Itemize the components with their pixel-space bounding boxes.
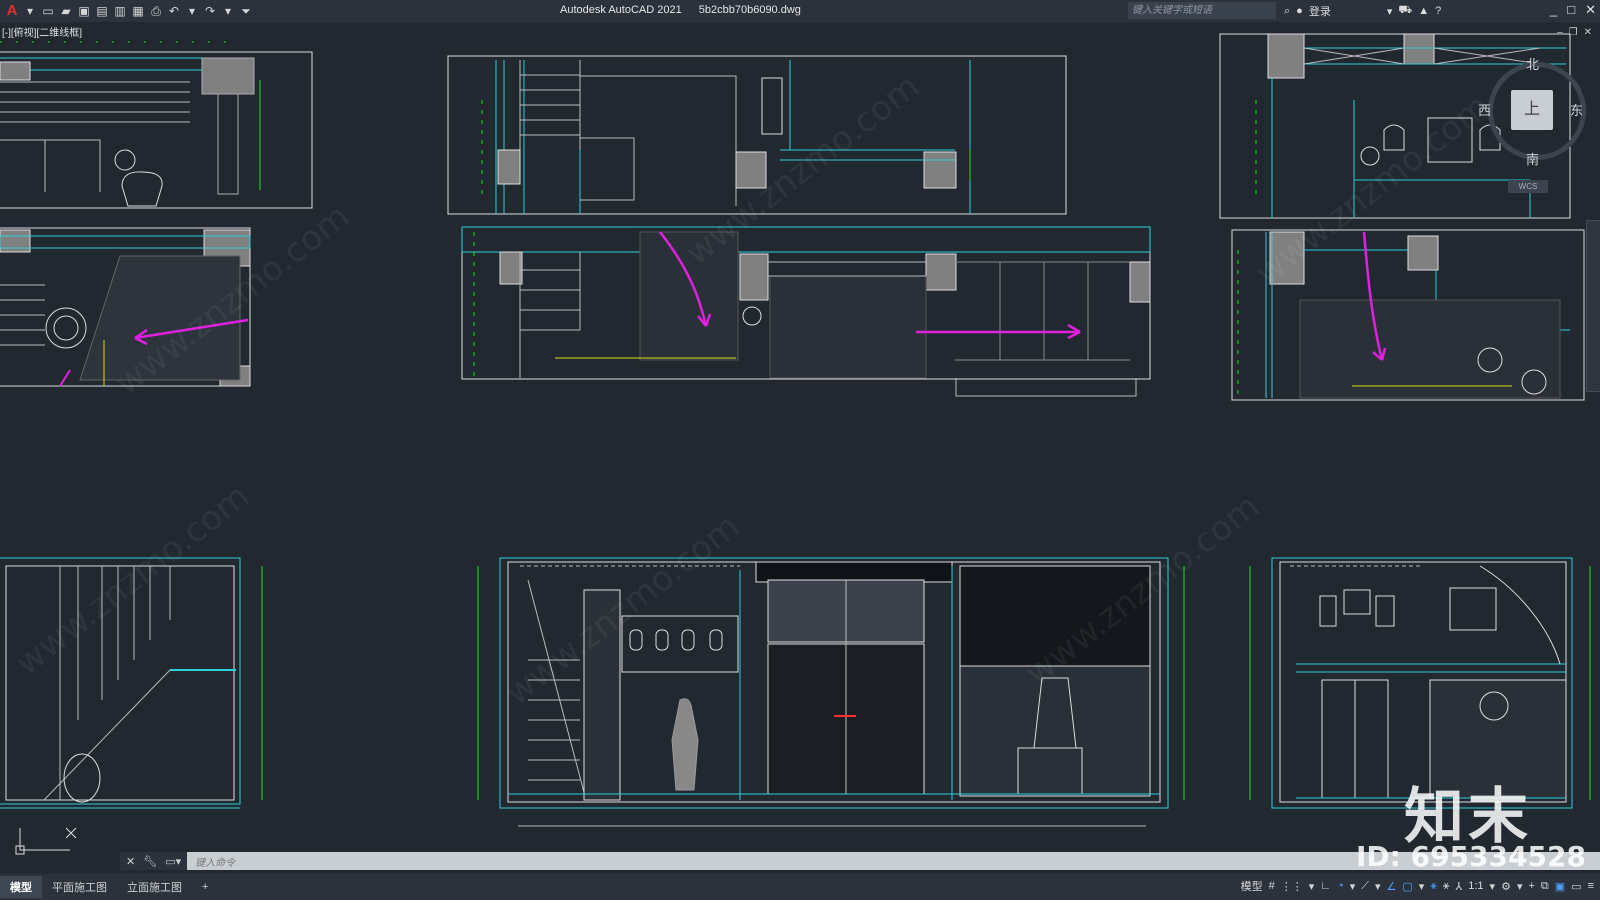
file-name: 5b2cbb70b6090.dwg [698, 4, 801, 16]
add-layout-button[interactable]: + [192, 878, 218, 896]
a360-icon[interactable]: ▲ [1418, 5, 1429, 17]
workspace-dropdown-icon[interactable]: ▾ [1517, 880, 1523, 893]
tab-floor-plan[interactable]: 平面施工图 [42, 876, 117, 898]
open-icon[interactable]: ▰ [58, 3, 74, 19]
redo-dropdown-icon[interactable]: ▾ [220, 3, 236, 19]
osnap-dropdown-icon[interactable]: ▾ [1375, 880, 1381, 893]
quick-properties-icon[interactable]: ▣ [1555, 880, 1565, 893]
title-bar: A ▾ ▭ ▰ ▣ ▤ ▥ ▦ ⎙ ↶ ▾ ↷ ▾ ⏷ Autodesk Aut… [0, 0, 1600, 22]
viewcube-north[interactable]: 北 [1526, 54, 1539, 73]
help-icon[interactable]: ? [1435, 5, 1441, 17]
ucs-icon [15, 827, 77, 855]
search-input[interactable]: 键入关键字或短语 [1128, 2, 1276, 19]
publish-icon[interactable]: ▥ [112, 3, 128, 19]
login-dropdown-icon[interactable]: ▾ [1387, 5, 1393, 18]
undo-dropdown-icon[interactable]: ▾ [184, 3, 200, 19]
plan-view-top-left [0, 41, 313, 209]
auto-scale-icon[interactable]: ⚹ [1443, 880, 1450, 893]
viewcube-east[interactable]: 东 [1570, 100, 1583, 119]
app-title: Autodesk AutoCAD 2021 [560, 4, 682, 16]
user-icon[interactable]: ● [1296, 5, 1303, 17]
save-as-icon[interactable]: ▤ [94, 3, 110, 19]
snap-dropdown-icon[interactable]: ▾ [1309, 880, 1315, 893]
annotation-scale-value[interactable]: 1:1 [1468, 880, 1483, 892]
navigation-bar[interactable] [1586, 220, 1600, 392]
tab-elevation[interactable]: 立面施工图 [117, 876, 192, 898]
customization-menu-icon[interactable]: ≡ [1588, 880, 1594, 892]
scale-dropdown-icon[interactable]: ▾ [1490, 880, 1496, 893]
grid-icon[interactable]: # [1269, 880, 1275, 892]
new-icon[interactable]: ▭ [40, 3, 56, 19]
command-input[interactable]: 键入命令 [187, 854, 235, 869]
model-space-button[interactable]: 模型 [1241, 878, 1263, 894]
wcs-menu[interactable]: WCS [1508, 180, 1548, 193]
tab-model[interactable]: 模型 [0, 876, 42, 898]
autocad-logo-icon[interactable]: A [4, 3, 20, 19]
save-icon[interactable]: ▣ [76, 3, 92, 19]
annotation-monitor-icon[interactable]: + [1528, 880, 1534, 892]
customize-icon[interactable]: ⏷ [238, 3, 254, 19]
close-icon[interactable]: ✕ [126, 855, 135, 868]
print-icon[interactable]: ⎙ [148, 3, 164, 19]
status-bar: 模型 # ⋮⋮ ▾ ∟ ◔ ▾ ⟋ ▾ ∠ ▢ ▾ ⚹ ⚹ ⅄ 1:1 ▾ ⚙ … [1241, 878, 1594, 894]
close-button[interactable]: ✕ [1585, 2, 1596, 18]
annotation-scale-icon[interactable]: ⅄ [1456, 880, 1463, 893]
wrench-icon[interactable]: 🔧︎ [143, 855, 157, 868]
command-icons: ✕ 🔧︎ ▭▾ [120, 852, 188, 870]
clean-screen-icon[interactable]: ▭ [1571, 880, 1581, 893]
lineweight-dropdown-icon[interactable]: ▾ [1419, 880, 1425, 893]
viewcube-west[interactable]: 西 [1478, 100, 1491, 119]
minimize-button[interactable]: _ [1550, 2, 1557, 18]
viewcube[interactable]: 北 西 上 东 南 WCS [1478, 54, 1598, 193]
snap-icon[interactable]: ⋮⋮ [1281, 880, 1303, 893]
units-icon[interactable]: ⧉ [1541, 880, 1549, 893]
redo-icon[interactable]: ↷ [202, 3, 218, 19]
viewcube-south[interactable]: 南 [1526, 149, 1539, 168]
quick-access-toolbar: A ▾ ▭ ▰ ▣ ▤ ▥ ▦ ⎙ ↶ ▾ ↷ ▾ ⏷ [0, 3, 254, 19]
window-controls: _ □ ✕ [1550, 2, 1596, 18]
ortho-icon[interactable]: ∟ [1320, 880, 1331, 892]
elevation-center [477, 557, 1185, 827]
watermark-id: ID: 695334528 [1356, 840, 1586, 873]
undo-icon[interactable]: ↶ [166, 3, 182, 19]
polar-dropdown-icon[interactable]: ▾ [1350, 880, 1356, 893]
window-title: Autodesk AutoCAD 2021 5b2cbb70b6090.dwg [560, 4, 801, 16]
app-menu-chevron-icon[interactable]: ▾ [22, 3, 38, 19]
isodraft-icon[interactable]: ⟋ [1361, 880, 1369, 893]
search-icon[interactable]: ⌕ [1284, 5, 1290, 18]
object-snap-icon[interactable]: ∠ [1386, 880, 1396, 893]
object-snap-tracking-icon[interactable]: ▢ [1402, 880, 1412, 893]
info-toolbar: ⌕ ● 登录 ▾ ⛟ ▲ ? [1284, 2, 1441, 20]
polar-icon[interactable]: ◔ [1337, 880, 1344, 892]
viewcube-top-face[interactable]: 上 [1511, 90, 1553, 130]
maximize-button[interactable]: □ [1567, 2, 1575, 18]
plan-view-center [461, 226, 1151, 397]
cart-icon[interactable]: ⛟ [1398, 4, 1412, 18]
annotation-visibility-icon[interactable]: ⚹ [1430, 880, 1437, 893]
login-button[interactable]: 登录 [1309, 3, 1331, 19]
plot-preview-icon[interactable]: ▦ [130, 3, 146, 19]
workspace-gear-icon[interactable]: ⚙ [1501, 880, 1511, 893]
command-history-icon[interactable]: ▭▾ [165, 855, 181, 868]
